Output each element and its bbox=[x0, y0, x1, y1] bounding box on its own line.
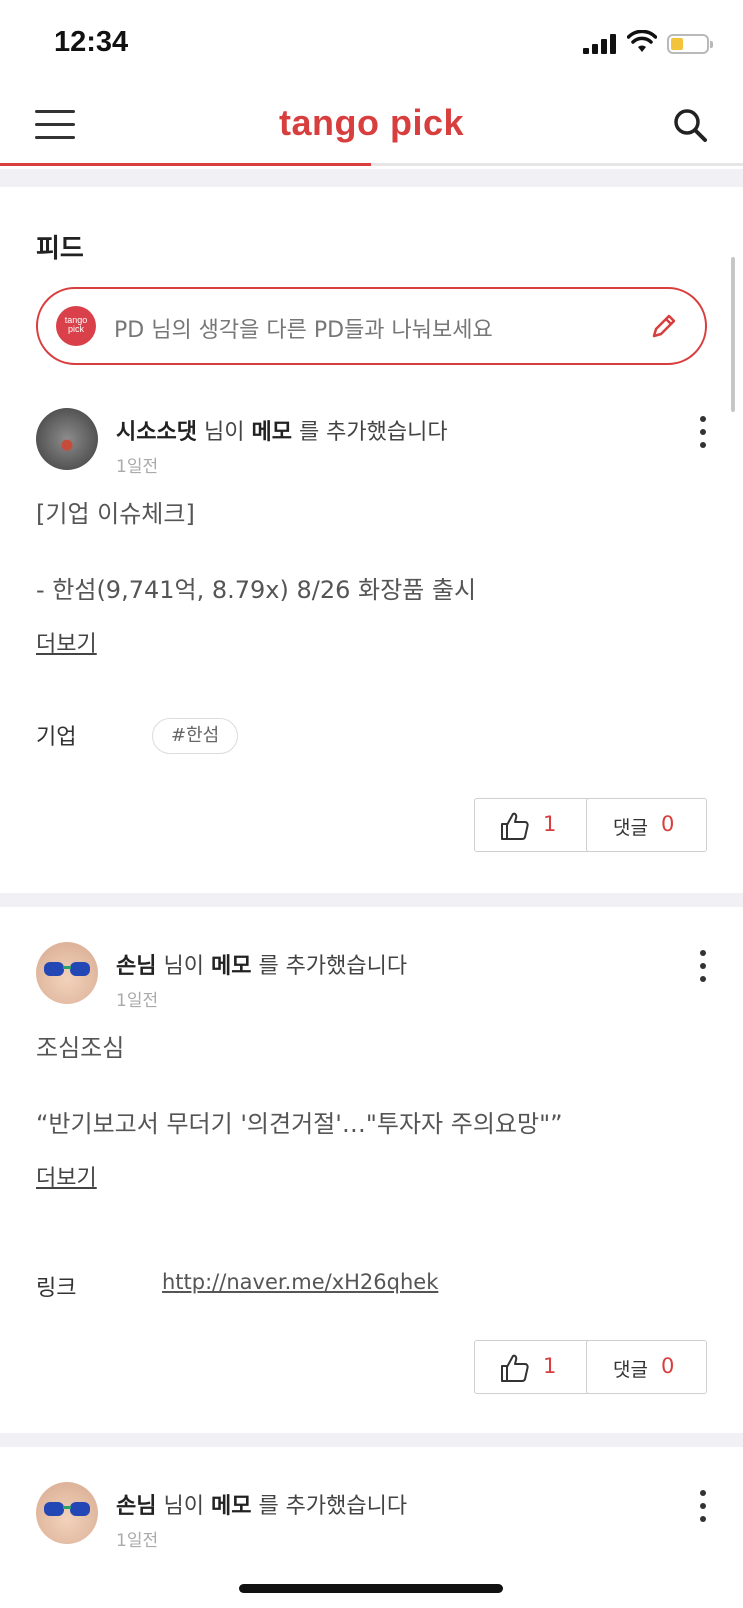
post-author-line: 손님 님이 메모 를 추가했습니다 bbox=[116, 954, 408, 979]
status-bar: 12:34 bbox=[0, 0, 743, 88]
like-count: 1 bbox=[543, 1354, 557, 1378]
author-name[interactable]: 손님 bbox=[116, 1494, 156, 1519]
more-options-icon[interactable] bbox=[699, 416, 707, 448]
author-name[interactable]: 손님 bbox=[116, 954, 156, 979]
comment-label: 댓글 bbox=[613, 1359, 648, 1381]
author-name[interactable]: 시소소댓 bbox=[116, 420, 197, 445]
post-time: 1일전 bbox=[116, 1531, 159, 1551]
read-more-link[interactable]: 더보기 bbox=[36, 626, 97, 658]
home-indicator[interactable] bbox=[239, 1584, 503, 1593]
wifi-icon bbox=[627, 30, 657, 52]
post-item-type: 메모 bbox=[210, 1494, 252, 1519]
scroll-progress-bar bbox=[0, 163, 371, 166]
comment-count: 0 bbox=[661, 812, 675, 836]
top-nav-bar: tango pick bbox=[0, 88, 743, 166]
post-item-type: 메모 bbox=[251, 420, 292, 445]
search-icon[interactable] bbox=[671, 106, 709, 144]
post-body-line: “반기보고서 무더기 '의견거절'…"투자자 주의요망"” bbox=[36, 1110, 563, 1138]
feed-title: 피드 bbox=[36, 234, 84, 264]
avatar[interactable] bbox=[36, 408, 98, 470]
more-options-icon[interactable] bbox=[699, 950, 707, 982]
avatar[interactable] bbox=[36, 942, 98, 1004]
status-icons bbox=[583, 30, 713, 58]
meta-label: 기업 bbox=[36, 725, 77, 750]
pencil-icon[interactable] bbox=[649, 311, 679, 341]
comment-button[interactable]: 댓글 0 bbox=[586, 798, 707, 852]
avatar[interactable] bbox=[36, 1482, 98, 1544]
status-time: 12:34 bbox=[54, 26, 129, 58]
battery-icon bbox=[667, 34, 713, 54]
comment-count: 0 bbox=[661, 1354, 675, 1378]
post-body-line: [기업 이슈체크] bbox=[36, 500, 195, 528]
section-divider bbox=[0, 893, 743, 907]
cellular-signal-icon bbox=[583, 34, 617, 54]
meta-label: 링크 bbox=[36, 1276, 77, 1301]
post-body-line: 조심조심 bbox=[36, 1034, 125, 1062]
post-time: 1일전 bbox=[116, 457, 159, 477]
post-author-line: 손님 님이 메모 를 추가했습니다 bbox=[116, 1494, 408, 1519]
thumbs-up-icon bbox=[501, 1354, 529, 1382]
comment-button[interactable]: 댓글 0 bbox=[586, 1340, 707, 1394]
app-logo[interactable]: tango pick bbox=[0, 102, 743, 144]
post-time: 1일전 bbox=[116, 991, 159, 1011]
compose-avatar: tango pick bbox=[56, 306, 96, 346]
read-more-link[interactable]: 더보기 bbox=[36, 1160, 97, 1192]
comment-label: 댓글 bbox=[613, 817, 648, 839]
compose-post-input[interactable]: tango pick PD 님의 생각을 다른 PD들과 나눠보세요 bbox=[36, 287, 707, 365]
section-divider bbox=[0, 169, 743, 187]
post-item-type: 메모 bbox=[210, 954, 252, 979]
post-body-line: - 한섬(9,741억, 8.79x) 8/26 화장품 출시 bbox=[36, 576, 477, 604]
post-author-line: 시소소댓 님이 메모 를 추가했습니다 bbox=[116, 420, 448, 445]
like-count: 1 bbox=[543, 812, 557, 836]
compose-placeholder: PD 님의 생각을 다른 PD들과 나눠보세요 bbox=[114, 318, 493, 343]
tag-chip[interactable]: #한섬 bbox=[152, 718, 239, 754]
section-divider bbox=[0, 1433, 743, 1447]
thumbs-up-icon bbox=[501, 812, 529, 840]
post-link[interactable]: http://naver.me/xH26qhek bbox=[162, 1270, 438, 1294]
scrollbar[interactable] bbox=[731, 257, 735, 412]
more-options-icon[interactable] bbox=[699, 1490, 707, 1522]
